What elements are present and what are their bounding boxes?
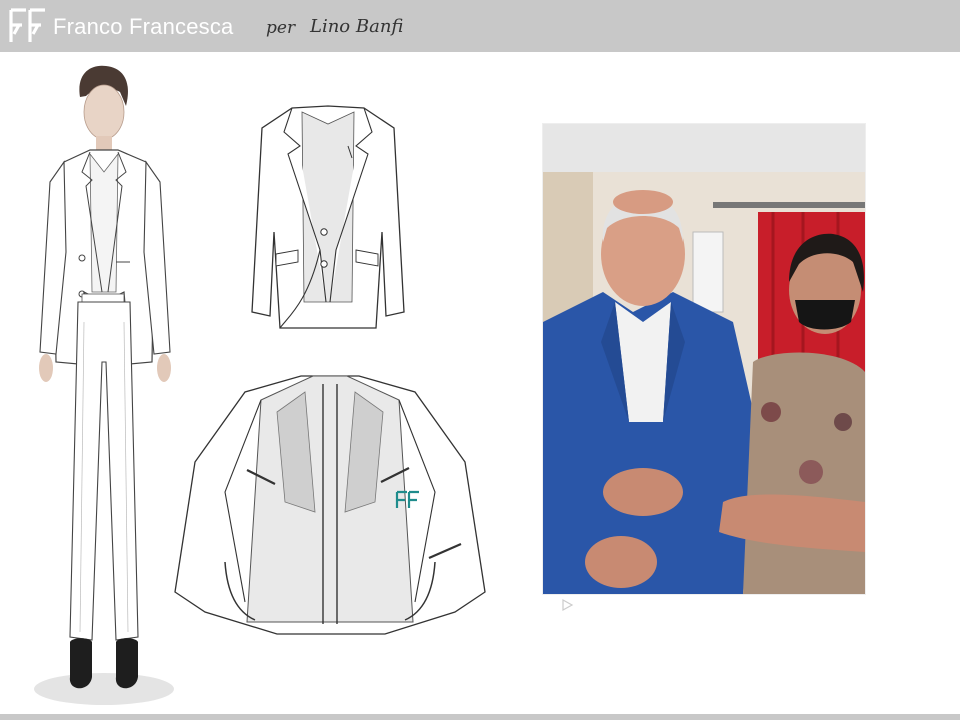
fitting-photo-card (543, 124, 865, 594)
play-icon[interactable] (560, 598, 574, 612)
per-label: per (266, 18, 296, 38)
header-bar: Franco Francesca per Lino Banfi (0, 0, 960, 52)
jacket-front-sketch (251, 105, 405, 329)
bottom-bar (0, 714, 960, 720)
client-name: Lino Banfi (310, 16, 404, 37)
ff-monogram-logo (9, 8, 45, 42)
jacket-inside-sketch (174, 375, 486, 635)
brand-name: Franco Francesca (53, 14, 234, 39)
fitting-photo (543, 172, 865, 594)
